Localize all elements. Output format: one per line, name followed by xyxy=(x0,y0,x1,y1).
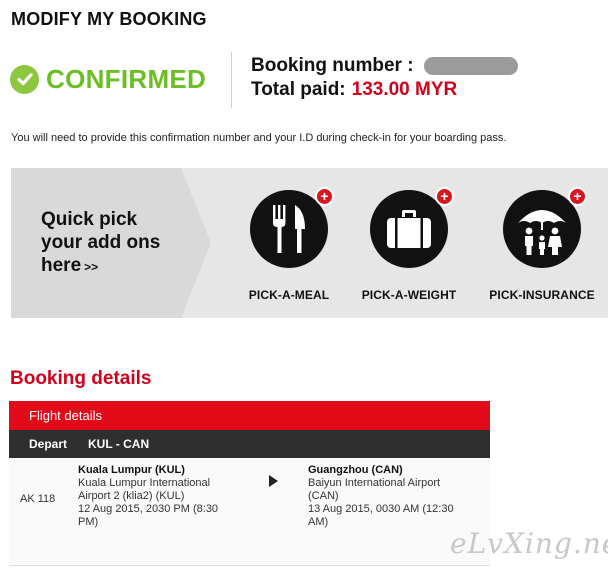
total-paid-label: Total paid: xyxy=(251,79,346,100)
departure-time-2: PM) xyxy=(78,516,99,528)
arrival-city: Guangzhou (CAN) xyxy=(308,464,403,476)
departure-city: Kuala Lumpur (KUL) xyxy=(78,464,185,476)
booking-summary: Booking number : Total paid: 133.00 MYR xyxy=(251,54,518,102)
watermark: eLvXing.net xyxy=(450,527,608,560)
arrival-airport: Baiyun International Airport xyxy=(308,477,441,489)
baggage-icon[interactable]: + xyxy=(370,187,454,268)
booking-details-title: Booking details xyxy=(10,368,152,389)
checkin-note: You will need to provide this confirmati… xyxy=(11,132,507,144)
addons-title: Quick pick your add ons here >> xyxy=(41,209,161,276)
flight-details-header: Flight details xyxy=(9,401,490,430)
booking-number-redacted xyxy=(423,57,518,75)
booking-number-label: Booking number : xyxy=(251,55,414,76)
arrival-airport-2: (CAN) xyxy=(308,490,339,502)
status-label: CONFIRMED xyxy=(46,63,207,94)
addons-panel: Quick pick your add ons here >> + PICK-A-… xyxy=(11,168,608,318)
insurance-icon[interactable]: + xyxy=(503,187,587,268)
arrival-info: Guangzhou (CAN) Baiyun International Air… xyxy=(308,464,478,529)
flight-row: AK 118 Kuala Lumpur (KUL) Kuala Lumpur I… xyxy=(9,458,490,566)
page-title: MODIFY MY BOOKING xyxy=(11,9,207,29)
pick-a-weight-label: PICK-A-WEIGHT xyxy=(361,288,457,302)
add-badge-icon: + xyxy=(315,187,334,206)
direction-label: Depart xyxy=(29,437,68,451)
pick-insurance-button[interactable]: + PICK-INSURANCE xyxy=(482,187,602,302)
divider xyxy=(231,52,232,108)
flight-details-table: Flight details Depart KUL - CAN AK 118 K… xyxy=(9,401,490,566)
check-circle-icon xyxy=(10,64,39,94)
departure-airport: Kuala Lumpur International xyxy=(78,477,211,489)
flight-number: AK 118 xyxy=(20,493,56,505)
route-label: KUL - CAN xyxy=(88,437,150,451)
pick-insurance-label: PICK-INSURANCE xyxy=(489,288,595,302)
departure-info: Kuala Lumpur (KUL) Kuala Lumpur Internat… xyxy=(78,464,248,529)
add-badge-icon: + xyxy=(435,187,454,206)
pick-a-meal-label: PICK-A-MEAL xyxy=(248,288,330,302)
pick-a-weight-button[interactable]: + PICK-A-WEIGHT xyxy=(349,187,469,302)
departure-time: 12 Aug 2015, 2030 PM (8:30 xyxy=(78,503,219,515)
booking-status: CONFIRMED xyxy=(10,64,206,94)
departure-airport-2: Airport 2 (klia2) (KUL) xyxy=(78,490,185,502)
add-badge-icon: + xyxy=(568,187,587,206)
total-paid-value: 133.00 MYR xyxy=(351,79,458,100)
meal-icon[interactable]: + xyxy=(250,187,334,268)
double-chevron-icon: >> xyxy=(84,260,99,274)
pick-a-meal-button[interactable]: + PICK-A-MEAL xyxy=(229,187,349,302)
route-bar: Depart KUL - CAN xyxy=(9,430,490,458)
arrival-time: 13 Aug 2015, 0030 AM (12:30 xyxy=(308,503,454,515)
play-arrow-icon xyxy=(269,475,278,487)
